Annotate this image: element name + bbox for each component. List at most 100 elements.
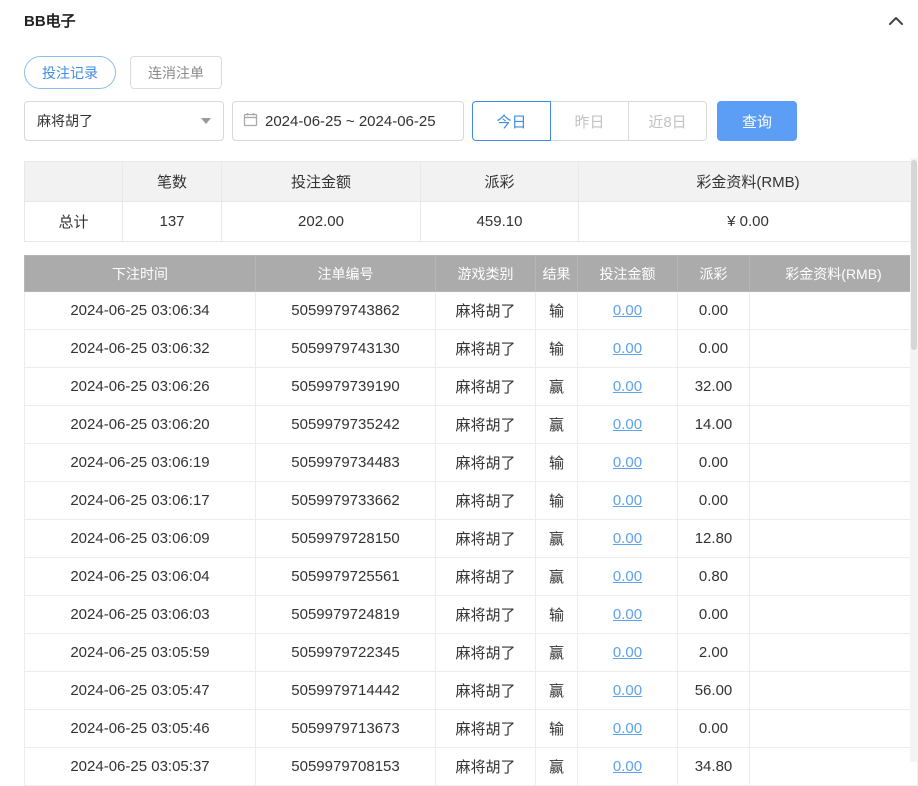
- bet-amount-link[interactable]: 0.00: [613, 720, 642, 737]
- cell-bonus: [749, 443, 918, 482]
- cell-game-type: 麻将胡了: [435, 557, 536, 596]
- bet-amount-link[interactable]: 0.00: [613, 416, 642, 433]
- bet-amount-link[interactable]: 0.00: [613, 568, 642, 585]
- cell-order-id: 5059979743862: [255, 291, 436, 330]
- calendar-icon: [243, 112, 258, 131]
- cell-bet-amount: 0.00: [577, 747, 678, 786]
- cell-result: 输: [535, 595, 578, 634]
- cell-payout: 34.80: [677, 747, 750, 786]
- table-row: 2024-06-25 03:06:03 5059979724819 麻将胡了 输…: [24, 595, 918, 634]
- cell-result: 赢: [535, 557, 578, 596]
- cell-payout: 14.00: [677, 405, 750, 444]
- cell-order-id: 5059979722345: [255, 633, 436, 672]
- cell-result: 输: [535, 329, 578, 368]
- cell-payout: 0.00: [677, 481, 750, 520]
- cell-bet-time: 2024-06-25 03:06:09: [24, 519, 256, 558]
- cell-bet-time: 2024-06-25 03:06:20: [24, 405, 256, 444]
- cell-game-type: 麻将胡了: [435, 405, 536, 444]
- col-header-game-type: 游戏类别: [435, 255, 536, 292]
- cell-bonus: [749, 329, 918, 368]
- scrollbar-thumb[interactable]: [911, 160, 917, 350]
- summary-header-count: 笔数: [122, 161, 222, 202]
- cell-result: 赢: [535, 519, 578, 558]
- quick-range-yesterday-button[interactable]: 昨日: [550, 101, 629, 141]
- table-row: 2024-06-25 03:06:04 5059979725561 麻将胡了 赢…: [24, 557, 918, 596]
- table-row: 2024-06-25 03:05:37 5059979708153 麻将胡了 赢…: [24, 747, 918, 786]
- vertical-scrollbar[interactable]: [910, 158, 918, 762]
- bet-amount-link[interactable]: 0.00: [613, 492, 642, 509]
- chevron-down-icon: [201, 118, 211, 124]
- cell-order-id: 5059979714442: [255, 671, 436, 710]
- col-header-payout: 派彩: [677, 255, 750, 292]
- summary-header-bet-amount: 投注金额: [221, 161, 421, 202]
- col-header-bet-time: 下注时间: [24, 255, 256, 292]
- cell-bonus: [749, 595, 918, 634]
- bet-amount-link[interactable]: 0.00: [613, 378, 642, 395]
- game-select[interactable]: 麻将胡了: [24, 101, 224, 141]
- cell-game-type: 麻将胡了: [435, 291, 536, 330]
- bet-amount-link[interactable]: 0.00: [613, 530, 642, 547]
- col-header-result: 结果: [535, 255, 578, 292]
- cell-bet-amount: 0.00: [577, 633, 678, 672]
- search-button[interactable]: 查询: [717, 101, 797, 141]
- cell-order-id: 5059979743130: [255, 329, 436, 368]
- cell-bet-time: 2024-06-25 03:05:46: [24, 709, 256, 748]
- cell-bet-time: 2024-06-25 03:06:32: [24, 329, 256, 368]
- table-row: 2024-06-25 03:05:47 5059979714442 麻将胡了 赢…: [24, 671, 918, 710]
- cell-bet-time: 2024-06-25 03:05:59: [24, 633, 256, 672]
- summary-header-payout: 派彩: [420, 161, 579, 202]
- cell-bet-time: 2024-06-25 03:06:19: [24, 443, 256, 482]
- cell-bet-time: 2024-06-25 03:05:37: [24, 747, 256, 786]
- bet-amount-link[interactable]: 0.00: [613, 340, 642, 357]
- cell-result: 输: [535, 481, 578, 520]
- cell-order-id: 5059979728150: [255, 519, 436, 558]
- cell-game-type: 麻将胡了: [435, 671, 536, 710]
- bet-amount-link[interactable]: 0.00: [613, 454, 642, 471]
- table-row: 2024-06-25 03:06:20 5059979735242 麻将胡了 赢…: [24, 405, 918, 444]
- cell-bonus: [749, 405, 918, 444]
- cell-bonus: [749, 709, 918, 748]
- cell-bet-time: 2024-06-25 03:05:47: [24, 671, 256, 710]
- cell-bonus: [749, 481, 918, 520]
- cell-bet-amount: 0.00: [577, 291, 678, 330]
- cell-payout: 32.00: [677, 367, 750, 406]
- cell-game-type: 麻将胡了: [435, 633, 536, 672]
- bet-amount-link[interactable]: 0.00: [613, 606, 642, 623]
- bet-amount-link[interactable]: 0.00: [613, 758, 642, 775]
- summary-table: 笔数 投注金额 派彩 彩金资料(RMB) 总计 137 202.00 459.1…: [24, 161, 918, 242]
- cell-payout: 2.00: [677, 633, 750, 672]
- date-range-picker[interactable]: 2024-06-25 ~ 2024-06-25: [232, 101, 464, 141]
- table-row: 2024-06-25 03:06:26 5059979739190 麻将胡了 赢…: [24, 367, 918, 406]
- cell-bonus: [749, 671, 918, 710]
- summary-total-count: 137: [122, 201, 222, 242]
- bet-amount-link[interactable]: 0.00: [613, 644, 642, 661]
- bet-amount-link[interactable]: 0.00: [613, 302, 642, 319]
- quick-range-last8days-button[interactable]: 近8日: [628, 101, 707, 141]
- cell-bet-amount: 0.00: [577, 481, 678, 520]
- collapse-button[interactable]: [888, 15, 904, 27]
- bet-table-body: 2024-06-25 03:06:34 5059979743862 麻将胡了 输…: [24, 291, 918, 786]
- quick-range-today-button[interactable]: 今日: [472, 101, 551, 141]
- cell-payout: 0.80: [677, 557, 750, 596]
- summary-header-row: 笔数 投注金额 派彩 彩金资料(RMB): [24, 161, 918, 202]
- cell-payout: 0.00: [677, 595, 750, 634]
- table-row: 2024-06-25 03:06:09 5059979728150 麻将胡了 赢…: [24, 519, 918, 558]
- quick-range-group: 今日 昨日 近8日: [472, 101, 707, 141]
- tab-bar: 投注记录 连消注单: [24, 56, 918, 89]
- cell-result: 输: [535, 443, 578, 482]
- filter-bar: 麻将胡了 2024-06-25 ~ 2024-06-25 今日 昨日 近8日 查…: [24, 101, 918, 141]
- cell-bet-time: 2024-06-25 03:06:03: [24, 595, 256, 634]
- col-header-order-id: 注单编号: [255, 255, 436, 292]
- cell-bonus: [749, 747, 918, 786]
- summary-header-bonus: 彩金资料(RMB): [578, 161, 918, 202]
- date-range-value: 2024-06-25 ~ 2024-06-25: [265, 112, 436, 130]
- cell-game-type: 麻将胡了: [435, 329, 536, 368]
- game-select-value: 麻将胡了: [37, 113, 93, 129]
- table-row: 2024-06-25 03:06:34 5059979743862 麻将胡了 输…: [24, 291, 918, 330]
- cell-game-type: 麻将胡了: [435, 481, 536, 520]
- tab-bet-records[interactable]: 投注记录: [24, 56, 116, 89]
- col-header-bonus: 彩金资料(RMB): [749, 255, 918, 292]
- cell-bet-amount: 0.00: [577, 519, 678, 558]
- bet-amount-link[interactable]: 0.00: [613, 682, 642, 699]
- tab-cancelled-orders[interactable]: 连消注单: [130, 56, 222, 89]
